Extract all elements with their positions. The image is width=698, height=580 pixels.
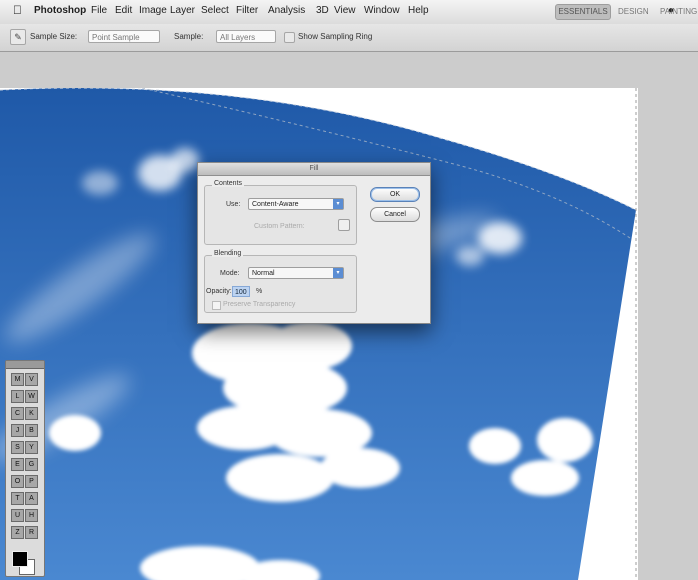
rotate-view-tool[interactable]: R <box>25 526 38 539</box>
eyedropper-tool[interactable]: K <box>25 407 38 420</box>
shape-tool[interactable]: U <box>11 509 24 522</box>
fill-dialog: Fill Contents Use: Content-Aware ▾ Custo… <box>197 162 431 324</box>
menu-window[interactable]: Window <box>364 5 400 16</box>
foreground-color-swatch[interactable] <box>12 551 28 567</box>
sample-select[interactable]: All Layers <box>216 30 276 43</box>
marquee-tool[interactable]: M <box>11 373 24 386</box>
history-brush-tool[interactable]: Y <box>25 441 38 454</box>
sample-size-label: Sample Size: <box>30 32 78 41</box>
blending-heading: Blending <box>212 250 244 257</box>
menu-bar:  Photoshop File Edit Image Layer Select… <box>0 0 698 25</box>
menu-layer[interactable]: Layer <box>170 5 195 16</box>
menu-select[interactable]: Select <box>201 5 229 16</box>
menu-edit[interactable]: Edit <box>115 5 132 16</box>
opacity-input[interactable]: 100 <box>232 286 250 297</box>
eraser-tool[interactable]: E <box>11 458 24 471</box>
contents-heading: Contents <box>212 180 245 187</box>
use-label: Use: <box>226 201 241 208</box>
sample-size-select[interactable]: Point Sample <box>88 30 160 43</box>
zoom-tool[interactable]: Z <box>11 526 24 539</box>
move-tool[interactable]: V <box>25 373 38 386</box>
wand-tool[interactable]: W <box>25 390 38 403</box>
tools-panel-title[interactable] <box>6 361 44 369</box>
show-ring-checkbox[interactable] <box>284 32 295 43</box>
mode-label: Mode: <box>220 270 240 277</box>
menu-image[interactable]: Image <box>139 5 167 16</box>
lasso-tool[interactable]: L <box>11 390 24 403</box>
hand-tool[interactable]: H <box>25 509 38 522</box>
custom-pattern-label: Custom Pattern: <box>254 223 305 230</box>
sample-label: Sample: <box>174 32 204 41</box>
menu-filter[interactable]: Filter <box>236 5 258 16</box>
pen-tool[interactable]: P <box>25 475 38 488</box>
menu-3d[interactable]: 3D <box>316 5 329 16</box>
eyedropper-tool-icon[interactable]: ✎ <box>10 29 26 45</box>
crop-tool[interactable]: C <box>11 407 24 420</box>
healing-tool[interactable]: J <box>11 424 24 437</box>
opacity-unit: % <box>256 288 263 295</box>
workspace-painting[interactable]: PAINTING <box>660 7 697 16</box>
brush-tool[interactable]: B <box>25 424 38 437</box>
show-ring-label: Show Sampling Ring <box>298 32 373 41</box>
stamp-tool[interactable]: S <box>11 441 24 454</box>
cancel-button[interactable]: Cancel <box>370 207 420 222</box>
menu-analysis[interactable]: Analysis <box>268 5 305 16</box>
type-tool[interactable]: T <box>11 492 24 505</box>
tools-panel: M V L W C K J B S Y E G O P T A U H Z R <box>5 360 45 577</box>
menu-help[interactable]: Help <box>408 5 429 16</box>
chevron-down-icon: ▾ <box>333 199 343 209</box>
dialog-title[interactable]: Fill <box>198 163 430 176</box>
ok-button[interactable]: OK <box>370 187 420 202</box>
preserve-transparency-checkbox[interactable] <box>212 301 221 310</box>
apple-icon[interactable]:  <box>13 3 22 17</box>
opacity-label: Opacity: <box>206 288 232 295</box>
path-select-tool[interactable]: A <box>25 492 38 505</box>
use-select-value: Content-Aware <box>252 201 299 208</box>
menu-file[interactable]: File <box>91 5 107 16</box>
workspace-design[interactable]: DESIGN <box>618 7 649 16</box>
options-bar: ✎ Sample Size: Point Sample Sample: All … <box>0 24 698 52</box>
menu-view[interactable]: View <box>334 5 356 16</box>
workspace-essentials[interactable]: ESSENTIALS <box>555 4 611 20</box>
dodge-tool[interactable]: O <box>11 475 24 488</box>
gradient-tool[interactable]: G <box>25 458 38 471</box>
mode-select[interactable]: Normal ▾ <box>248 267 344 279</box>
contents-group <box>204 185 357 245</box>
custom-pattern-picker <box>338 219 350 231</box>
chevron-down-icon: ▾ <box>333 268 343 278</box>
menu-app-name[interactable]: Photoshop <box>34 5 86 16</box>
mode-select-value: Normal <box>252 270 275 277</box>
use-select[interactable]: Content-Aware ▾ <box>248 198 344 210</box>
preserve-transparency-label: Preserve Transparency <box>223 301 296 308</box>
